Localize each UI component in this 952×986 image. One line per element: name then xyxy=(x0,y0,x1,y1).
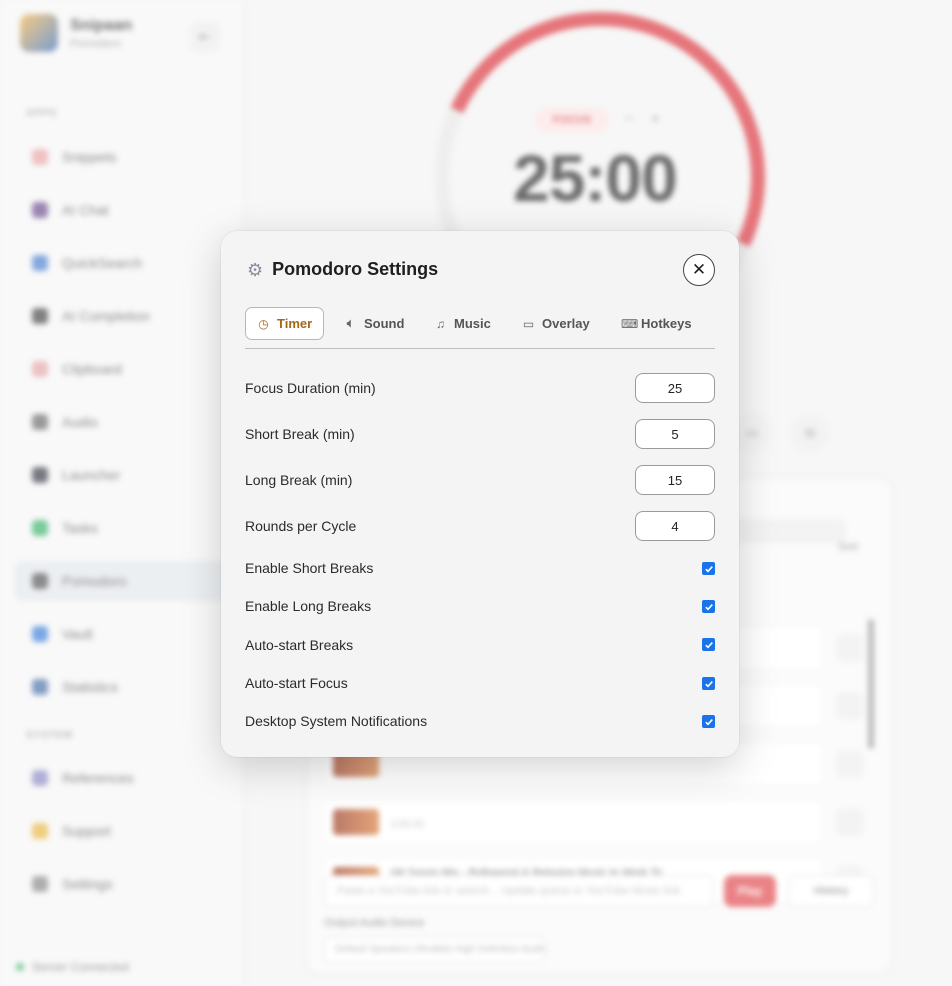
enable-short-breaks-label: Enable Short Breaks xyxy=(245,560,374,576)
tab-label: Sound xyxy=(364,316,405,331)
enable-long-breaks-label: Enable Long Breaks xyxy=(245,598,372,614)
enable-long-breaks-checkbox[interactable] xyxy=(702,600,715,613)
tab-music[interactable]: ♫ Music xyxy=(434,307,491,340)
checkmark-icon xyxy=(704,603,713,610)
checkmark-icon xyxy=(704,680,713,687)
short-break-input[interactable] xyxy=(635,419,715,449)
speaker-icon: 🔈︎ xyxy=(346,316,355,330)
tab-timer[interactable]: ◷ Timer xyxy=(245,307,325,340)
rounds-per-cycle-input[interactable] xyxy=(635,511,715,541)
tab-sound[interactable]: 🔈︎ Sound xyxy=(344,307,405,340)
long-break-label: Long Break (min) xyxy=(245,472,353,488)
close-icon: ✕ xyxy=(691,260,707,279)
checkmark-icon xyxy=(704,641,713,648)
settings-tabs: ◷ Timer 🔈︎ Sound ♫ Music ▭ Overlay ⌨ Hot… xyxy=(245,307,715,349)
long-break-input[interactable] xyxy=(635,465,715,495)
checkmark-icon xyxy=(704,565,713,572)
auto-start-focus-label: Auto-start Focus xyxy=(245,675,348,691)
tab-label: Music xyxy=(454,316,491,331)
tab-label: Overlay xyxy=(542,316,590,331)
music-note-icon: ♫ xyxy=(436,316,445,331)
rounds-per-cycle-label: Rounds per Cycle xyxy=(245,518,357,534)
tab-label: Timer xyxy=(277,316,313,331)
clock-icon: ◷ xyxy=(258,316,269,331)
tab-hotkeys[interactable]: ⌨ Hotkeys xyxy=(621,307,692,340)
desktop-notifications-label: Desktop System Notifications xyxy=(245,713,428,729)
auto-start-breaks-checkbox[interactable] xyxy=(702,638,715,651)
enable-short-breaks-checkbox[interactable] xyxy=(702,562,715,575)
dialog-header: ⚙ Pomodoro Settings xyxy=(247,259,438,280)
auto-start-focus-checkbox[interactable] xyxy=(702,677,715,690)
short-break-label: Short Break (min) xyxy=(245,426,355,442)
tab-label: Hotkeys xyxy=(641,316,692,331)
dialog-title: Pomodoro Settings xyxy=(272,259,439,279)
tab-overlay[interactable]: ▭ Overlay xyxy=(522,307,590,340)
keyboard-icon: ⌨ xyxy=(621,316,639,331)
desktop-notifications-checkbox[interactable] xyxy=(702,715,715,728)
checkmark-icon xyxy=(704,718,713,725)
pomodoro-settings-dialog: ⚙ Pomodoro Settings ✕ ◷ Timer 🔈︎ Sound ♫… xyxy=(221,231,739,757)
focus-duration-label: Focus Duration (min) xyxy=(245,380,376,396)
close-button[interactable]: ✕ xyxy=(683,254,715,286)
focus-duration-input[interactable] xyxy=(635,373,715,403)
gear-icon: ⚙ xyxy=(247,259,264,280)
auto-start-breaks-label: Auto-start Breaks xyxy=(245,637,354,653)
overlay-icon: ▭ xyxy=(522,316,535,331)
